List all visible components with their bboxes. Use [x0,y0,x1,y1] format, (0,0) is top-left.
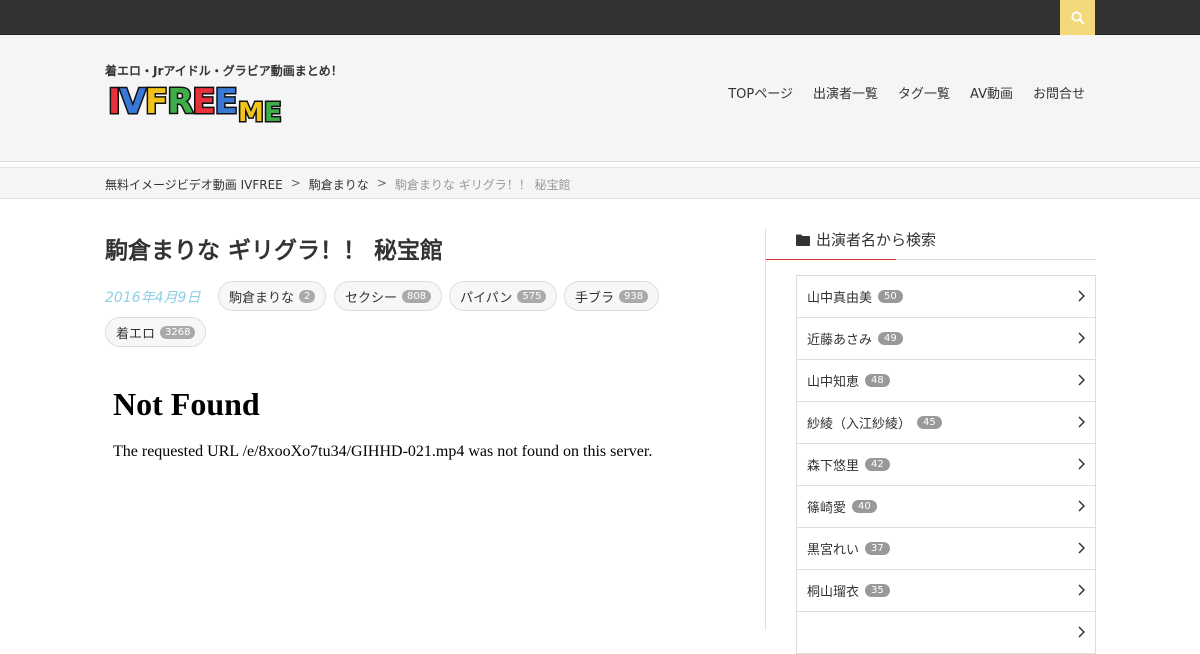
nav-performers[interactable]: 出演者一覧 [813,83,878,102]
search-button[interactable] [1060,0,1095,35]
chevron-right-icon [1078,374,1085,386]
tag-chip[interactable]: 手ブラ 938 [564,281,660,311]
performer-count: 48 [865,374,890,387]
tag-label: 駒倉まりな [229,290,295,306]
main-nav: TOPページ 出演者一覧 タグ一覧 AV動画 お問合せ [728,83,1085,102]
post-date: 2016年4月9日 [105,290,201,306]
top-bar [0,0,1200,35]
embed-error-title: Not Found [113,386,260,422]
performer-name: 黒宮れい [807,543,860,558]
site-logo[interactable]: IVFREE. ME [106,83,291,133]
performer-count: 35 [865,584,890,597]
chevron-right-icon [1078,290,1085,302]
performer-name: 紗綾（入江紗綾） [807,417,912,432]
tag-chip[interactable]: 駒倉まりな 2 [218,281,327,311]
breadcrumb-home[interactable]: 無料イメージビデオ動画 IVFREE [105,176,283,193]
tag-chip[interactable]: 着エロ 3268 [105,317,207,347]
performer-item[interactable]: 山中知恵 48 [797,360,1095,402]
chevron-right-icon [1078,458,1085,470]
performer-item[interactable]: 山中真由美 50 [797,276,1095,318]
sidebar-divider [765,229,766,630]
tag-count: 938 [619,289,649,303]
tag-label: 手ブラ [575,290,615,306]
performer-item[interactable] [797,612,1095,654]
site-tagline: 着エロ・Jrアイドル・グラビア動画まとめ！ [105,64,343,78]
folder-icon [796,234,810,246]
embed-error-message: The requested URL /e/8xooXo7tu34/GIHHD-0… [113,443,653,460]
chevron-right-icon [1078,416,1085,428]
breadcrumb-separator: > [290,176,301,190]
nav-av-videos[interactable]: AV動画 [970,83,1013,102]
nav-top[interactable]: TOPページ [728,83,793,102]
performer-item[interactable]: 近藤あさみ 49 [797,318,1095,360]
performer-count: 42 [865,458,890,471]
tag-label: パイパン [460,290,513,306]
svg-text:ME: ME [238,98,282,128]
chevron-right-icon [1078,332,1085,344]
tag-label: 着エロ [116,326,156,342]
site-header: 着エロ・Jrアイドル・グラビア動画まとめ！ IVFREE. ME TOPページ … [0,35,1200,162]
search-icon [1070,10,1085,25]
performer-name: 森下悠里 [807,459,860,474]
post-title: 駒倉まりな ギリグラ！！ 秘宝館 [105,238,444,264]
performer-item[interactable]: 森下悠里 42 [797,444,1095,486]
nav-contact[interactable]: お問合せ [1033,83,1085,102]
tag-count: 2 [299,289,316,303]
performer-count: 40 [852,500,877,513]
tag-chip[interactable]: セクシー 808 [334,281,443,311]
performer-item[interactable]: 黒宮れい 37 [797,528,1095,570]
breadcrumb-bar: 無料イメージビデオ動画 IVFREE > 駒倉まりな > 駒倉まりな ギリグラ！… [0,167,1200,199]
performer-name: 篠崎愛 [807,501,847,516]
svg-text:IVFREE.: IVFREE. [108,83,249,122]
tag-chip[interactable]: パイパン 575 [449,281,558,311]
tag-count: 575 [517,289,547,303]
breadcrumb-category[interactable]: 駒倉まりな [309,176,369,193]
chevron-right-icon [1078,500,1085,512]
chevron-right-icon [1078,542,1085,554]
tag-count: 808 [402,289,432,303]
performer-name: 山中知恵 [807,375,860,390]
widget-title-label: 出演者名から検索 [816,231,937,249]
performer-item[interactable]: 桐山瑠衣 35 [797,570,1095,612]
chevron-right-icon [1078,584,1085,596]
tag-count: 3268 [160,325,196,339]
performer-list: 山中真由美 50 近藤あさみ 49 山中知恵 48 紗綾（入江紗綾） 45 森下… [796,275,1096,654]
tag-label: セクシー [345,290,398,306]
widget-underline-accent [766,259,896,260]
chevron-right-icon [1078,626,1085,638]
breadcrumb-separator: > [376,176,387,190]
performer-item[interactable]: 紗綾（入江紗綾） 45 [797,402,1095,444]
performer-name: 山中真由美 [807,291,873,306]
performer-name: 桐山瑠衣 [807,585,860,600]
widget-title: 出演者名から検索 [796,229,936,250]
nav-tags[interactable]: タグ一覧 [898,83,950,102]
breadcrumb: 無料イメージビデオ動画 IVFREE > 駒倉まりな > 駒倉まりな ギリグラ！… [105,176,571,193]
performer-name: 近藤あさみ [807,333,873,348]
performer-count: 37 [865,542,890,555]
breadcrumb-current: 駒倉まりな ギリグラ！！ 秘宝館 [394,178,571,192]
performer-count: 45 [917,416,942,429]
performer-item[interactable]: 篠崎愛 40 [797,486,1095,528]
performer-count: 50 [878,290,903,303]
performer-count: 49 [878,332,903,345]
